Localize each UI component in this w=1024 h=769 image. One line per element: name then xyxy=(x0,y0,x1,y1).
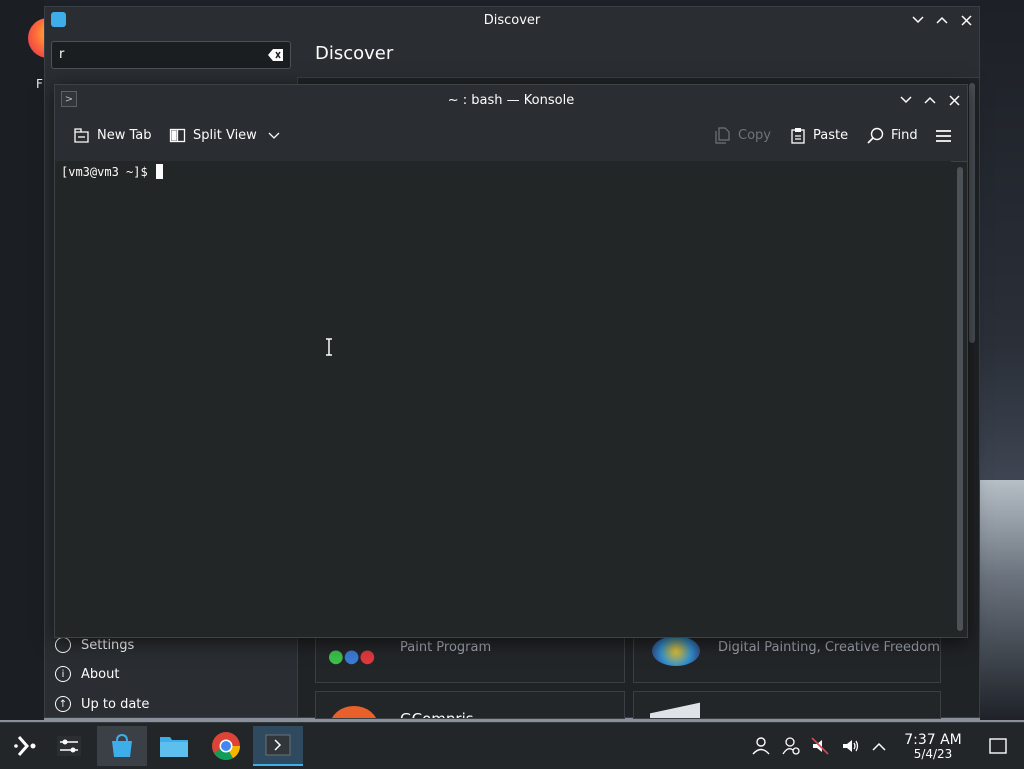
tray-expand-icon[interactable] xyxy=(869,736,889,756)
desktop-icon-label: F xyxy=(36,77,43,91)
app-card-description: Digital Painting, Creative Freedom xyxy=(718,640,940,655)
split-view-icon xyxy=(169,128,186,143)
chevron-down-icon[interactable] xyxy=(268,132,280,140)
application-launcher-button[interactable] xyxy=(0,726,50,766)
sidebar-item-label: About xyxy=(81,666,120,682)
clock-date: 5/4/23 xyxy=(913,747,953,761)
copy-button[interactable]: Copy xyxy=(715,127,771,144)
clock-time: 7:37 AM xyxy=(904,732,962,748)
chrome-icon xyxy=(212,732,240,760)
network-icon[interactable] xyxy=(781,736,801,756)
copy-label: Copy xyxy=(738,128,771,143)
discover-taskbar-button[interactable] xyxy=(97,726,147,766)
search-value: r xyxy=(59,47,65,62)
minimize-icon[interactable] xyxy=(899,93,913,107)
new-tab-icon xyxy=(74,128,89,143)
taskbar: 7:37 AM 5/4/23 xyxy=(0,722,1024,769)
app-card[interactable]: ●●● Paint Program xyxy=(315,631,625,683)
user-icon[interactable] xyxy=(751,736,771,756)
new-tab-button[interactable]: New Tab xyxy=(73,127,152,144)
discover-titlebar[interactable]: Discover xyxy=(45,7,979,33)
discover-app-icon xyxy=(51,12,66,27)
app-card-description: Paint Program xyxy=(400,640,492,655)
search-input[interactable]: r xyxy=(51,41,291,69)
maximize-icon[interactable] xyxy=(935,13,949,27)
dolphin-taskbar-button[interactable] xyxy=(149,726,199,766)
paste-button[interactable]: Paste xyxy=(790,127,848,144)
gcompris-app-icon xyxy=(330,706,378,718)
ibeam-cursor-icon xyxy=(326,338,332,356)
split-view-button[interactable]: Split View xyxy=(169,127,280,144)
digital-clock[interactable]: 7:37 AM 5/4/23 xyxy=(898,733,968,761)
folder-icon xyxy=(160,737,188,757)
split-view-label: Split View xyxy=(193,128,257,143)
app-card[interactable]: GCompris xyxy=(315,691,625,719)
konsole-app-icon: > xyxy=(61,91,77,107)
konsole-toolbar: New Tab Split View Copy Paste Find xyxy=(55,115,967,162)
copy-icon xyxy=(715,127,730,144)
wallpaper-mountains xyxy=(980,480,1024,720)
discover-window-title: Discover xyxy=(483,12,541,28)
sidebar-item-settings[interactable]: Settings xyxy=(55,637,134,653)
hamburger-menu-button[interactable] xyxy=(935,129,952,143)
konsole-titlebar[interactable]: > ~ : bash — Konsole xyxy=(55,85,967,115)
info-icon: i xyxy=(55,666,71,682)
konsole-window: > ~ : bash — Konsole New Tab Split View … xyxy=(54,84,968,638)
terminal-area[interactable]: [vm3@vm3 ~]$ xyxy=(55,161,951,637)
system-settings-button[interactable] xyxy=(44,726,94,766)
chrome-taskbar-button[interactable] xyxy=(201,726,251,766)
app-card-name: GCompris xyxy=(400,710,474,719)
scrollbar[interactable] xyxy=(969,83,975,343)
text-cursor xyxy=(155,164,163,179)
close-icon[interactable] xyxy=(959,13,973,27)
audio-muted-icon[interactable] xyxy=(810,736,830,756)
paste-icon xyxy=(791,128,805,144)
desktop-background xyxy=(0,0,44,720)
sidebar-item-about[interactable]: i About xyxy=(55,666,119,682)
clear-search-icon[interactable] xyxy=(268,48,284,62)
app-card[interactable] xyxy=(633,691,941,719)
app-card[interactable]: Digital Painting, Creative Freedom xyxy=(633,631,941,683)
find-label: Find xyxy=(891,128,918,143)
konsole-window-title: ~ : bash — Konsole xyxy=(447,92,575,108)
launcher-icon xyxy=(14,736,36,756)
konsole-taskbar-button[interactable] xyxy=(253,726,303,766)
system-settings-icon xyxy=(57,736,81,756)
settings-icon xyxy=(55,637,71,653)
page-title: Discover xyxy=(315,43,394,64)
sidebar-item-label: Up to date xyxy=(81,696,150,712)
paste-label: Paste xyxy=(813,128,849,143)
scrollbar[interactable] xyxy=(957,167,963,631)
search-icon xyxy=(867,127,884,144)
sidebar-item-up-to-date[interactable]: ↑ Up to date xyxy=(55,696,149,712)
discover-header: r Discover xyxy=(45,33,979,78)
sidebar-item-label: Settings xyxy=(81,637,135,653)
minimize-icon[interactable] xyxy=(911,13,925,27)
krita-app-icon xyxy=(652,636,700,666)
discover-icon xyxy=(112,733,132,757)
maximize-icon[interactable] xyxy=(923,93,937,107)
find-button[interactable]: Find xyxy=(867,127,918,144)
paint-app-icon: ●●● xyxy=(328,646,376,667)
volume-icon[interactable] xyxy=(840,736,860,756)
new-tab-label: New Tab xyxy=(97,128,152,143)
show-desktop-icon[interactable] xyxy=(988,736,1008,756)
konsole-icon xyxy=(265,734,291,756)
close-icon[interactable] xyxy=(947,93,961,107)
up-arrow-icon: ↑ xyxy=(55,696,71,712)
shell-prompt: [vm3@vm3 ~]$ xyxy=(61,164,148,179)
app-icon xyxy=(650,702,700,718)
hamburger-menu-icon xyxy=(936,130,951,142)
